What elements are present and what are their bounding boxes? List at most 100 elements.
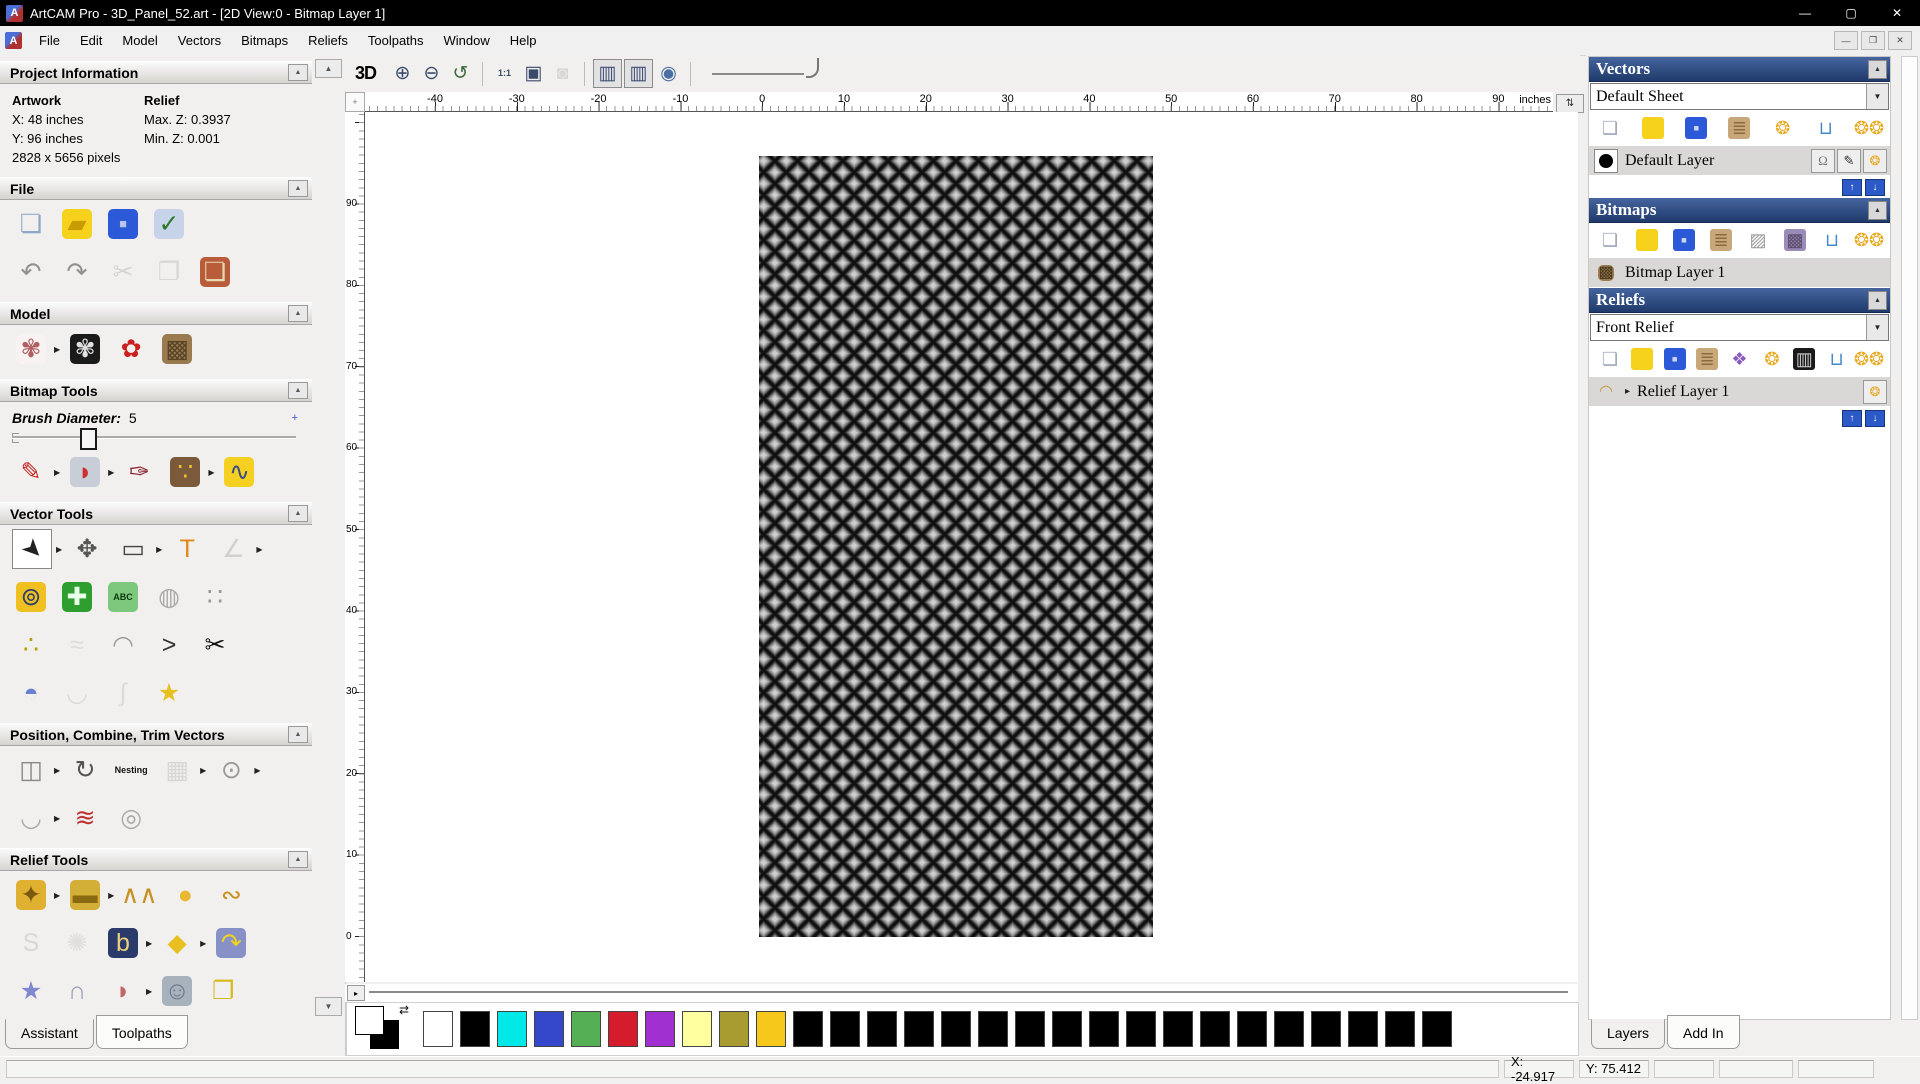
swap-colours-icon[interactable]: ⇄ <box>399 1003 409 1017</box>
measure-tape-icon[interactable]: ⊚ <box>12 578 50 616</box>
save-vectors-icon[interactable]: ▪ <box>1683 115 1709 141</box>
save-relief-icon[interactable]: ▪ <box>1662 346 1688 372</box>
mdi-restore-button[interactable]: ❐ <box>1861 31 1885 50</box>
palette-swatch-15[interactable] <box>978 1011 1008 1047</box>
zoom-1to1-icon[interactable]: 1:1 <box>491 60 518 87</box>
save-bitmap-icon[interactable]: ▪ <box>1671 227 1697 253</box>
flyout-arrow-icon[interactable]: ▶ <box>108 468 114 477</box>
toggle-vector-view-icon[interactable]: ▥ <box>624 59 654 88</box>
block-copy-icon[interactable]: ✚ <box>58 578 96 616</box>
rollup-button[interactable]: ▲ <box>288 382 308 399</box>
palette-swatch-22[interactable] <box>1237 1011 1267 1047</box>
flyout-arrow-icon[interactable]: ▶ <box>256 545 262 554</box>
face-wizard-icon[interactable]: ☺ <box>158 972 196 1010</box>
toggle-all-reliefs-icon[interactable]: ❂❂ <box>1854 346 1884 372</box>
save-model-icon[interactable]: ▪ <box>104 205 142 243</box>
import-relief-icon[interactable]: ≣ <box>1694 346 1720 372</box>
unwrap-vectors-icon[interactable]: ◎ <box>112 799 150 837</box>
palette-swatch-17[interactable] <box>1052 1011 1082 1047</box>
node-editing-icon[interactable]: ∴ <box>12 626 50 664</box>
flyout-arrow-icon[interactable]: ▶ <box>156 545 162 554</box>
import-bitmap-icon[interactable]: ≣ <box>1708 227 1734 253</box>
flyout-arrow-icon[interactable]: ▶ <box>200 939 206 948</box>
palette-swatch-21[interactable] <box>1200 1011 1230 1047</box>
brush-diameter-slider[interactable] <box>12 428 296 450</box>
fillet-icon[interactable]: ◡ <box>12 799 50 837</box>
relief-preview-icon[interactable]: ◉ <box>655 60 682 87</box>
carve-relief-icon[interactable]: ◗ <box>104 972 142 1010</box>
sculpting-icon[interactable]: ✦ <box>12 876 50 914</box>
undo-icon[interactable]: ↶ <box>12 253 50 291</box>
palette-swatch-7[interactable] <box>682 1011 712 1047</box>
select-vectors-icon[interactable]: ➤ <box>12 529 52 569</box>
relief-layer-bulb-icon[interactable]: ❂ <box>1863 379 1887 404</box>
close-button[interactable]: ✕ <box>1874 0 1920 26</box>
create-text-icon[interactable]: T <box>168 530 206 568</box>
minimize-button[interactable]: — <box>1782 0 1828 26</box>
flyout-arrow-icon[interactable]: ▶ <box>54 814 60 823</box>
canvas-horizontal-scrollbar[interactable]: ▸ <box>345 984 1578 1002</box>
zoom-fit-icon[interactable]: ▣ <box>520 60 547 87</box>
zoom-previous-icon[interactable]: ↺ <box>447 60 474 87</box>
import-vectors-icon[interactable]: ≣ <box>1726 115 1752 141</box>
move-layer-up-icon[interactable]: ↑ <box>1842 179 1862 196</box>
rollup-button[interactable]: ▲ <box>288 726 308 743</box>
relief-thumbnail-icon[interactable]: ◠ <box>1594 380 1618 404</box>
menu-vectors[interactable]: Vectors <box>168 28 231 53</box>
vector-doctor-icon[interactable]: ★ <box>150 674 188 712</box>
gradient-bitmap-icon[interactable]: ▨ <box>1745 227 1771 253</box>
wrap-relief-icon[interactable]: ↷ <box>212 924 250 962</box>
relief-select[interactable]: Front Relief ▼ <box>1590 314 1889 341</box>
new-sheet-icon[interactable]: ❏ <box>1597 115 1623 141</box>
zoom-in-icon[interactable]: ⊕ <box>389 60 416 87</box>
distort-vectors-icon[interactable]: ≋ <box>66 799 104 837</box>
palette-swatch-0[interactable] <box>423 1011 453 1047</box>
palette-swatch-4[interactable] <box>571 1011 601 1047</box>
maximize-button[interactable]: ▢ <box>1828 0 1874 26</box>
flyout-arrow-icon[interactable]: ▶ <box>200 766 206 775</box>
bitmap-preview-icon[interactable]: ▩ <box>1782 227 1808 253</box>
new-relief-layer-icon[interactable]: ❏ <box>1597 346 1623 372</box>
tab-toolpaths[interactable]: Toolpaths <box>95 1015 188 1049</box>
text-on-curve-icon[interactable]: ↻ <box>66 751 104 789</box>
scroll-up-icon[interactable]: ▲ <box>315 59 342 78</box>
texture-wizard-icon[interactable]: b <box>104 924 142 962</box>
rollup-button[interactable]: ▲ <box>1868 59 1887 79</box>
new-bitmap-layer-icon[interactable]: ❏ <box>1597 227 1623 253</box>
open-bitmap-icon[interactable] <box>1634 227 1660 253</box>
bridge-clipart-icon[interactable]: ∩ <box>58 972 96 1010</box>
flyout-arrow-icon[interactable]: ▶ <box>208 468 214 477</box>
flyout-arrow-icon[interactable]: ▶ <box>54 468 60 477</box>
palette-swatch-18[interactable] <box>1089 1011 1119 1047</box>
palette-swatch-9[interactable] <box>756 1011 786 1047</box>
flyout-arrow-icon[interactable]: ▶ <box>254 766 260 775</box>
menu-help[interactable]: Help <box>500 28 547 53</box>
current-colours[interactable]: ⇄ <box>355 1003 419 1052</box>
palette-swatch-11[interactable] <box>830 1011 860 1047</box>
delete-bitmap-icon[interactable]: ⊔ <box>1819 227 1845 253</box>
rollup-button[interactable]: ▲ <box>288 180 308 197</box>
delete-relief-icon[interactable]: ⊔ <box>1824 346 1850 372</box>
slider-handle[interactable] <box>80 428 97 450</box>
flood-fill-icon[interactable]: ◗ <box>66 453 104 491</box>
pick-colour-icon[interactable]: ✑ <box>120 453 158 491</box>
wireframe-icon[interactable]: ◍ <box>150 578 188 616</box>
sheet-select[interactable]: Default Sheet ▼ <box>1590 83 1889 110</box>
zoom-out-icon[interactable]: ⊖ <box>418 60 445 87</box>
layer-colour-swatch[interactable] <box>1594 148 1618 173</box>
tab-add-in[interactable]: Add In <box>1667 1015 1740 1049</box>
transfer-relief-icon[interactable]: ❖ <box>1727 346 1753 372</box>
menu-window[interactable]: Window <box>434 28 500 53</box>
smooth-relief-icon[interactable]: ∧∧ <box>120 876 158 914</box>
new-model-icon[interactable]: ❏ <box>12 205 50 243</box>
menu-edit[interactable]: Edit <box>70 28 112 53</box>
palette-swatch-14[interactable] <box>941 1011 971 1047</box>
rollup-button[interactable]: ▲ <box>1868 290 1887 310</box>
dome-relief-icon[interactable]: ● <box>166 876 204 914</box>
palette-swatch-27[interactable] <box>1422 1011 1452 1047</box>
palette-swatch-2[interactable] <box>497 1011 527 1047</box>
relief-layer-row[interactable]: ◠ ▸ Relief Layer 1 ❂ <box>1589 377 1890 406</box>
open-model-icon[interactable]: ▰ <box>58 205 96 243</box>
tab-assistant[interactable]: Assistant <box>5 1019 94 1049</box>
rollup-button[interactable]: ▲ <box>288 851 308 868</box>
